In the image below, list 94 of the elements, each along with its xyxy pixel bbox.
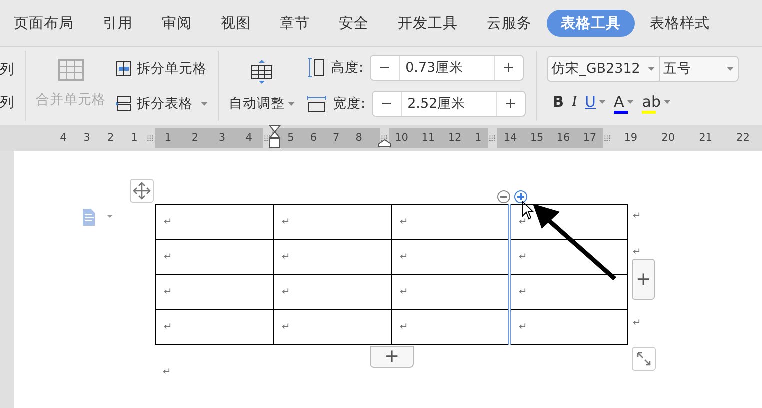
caret-icon	[201, 102, 208, 106]
ribbon-tab[interactable]: 视图	[207, 10, 265, 36]
caret-icon	[726, 67, 734, 71]
column-width-icon	[307, 95, 327, 113]
table-cell[interactable]: ↵	[156, 274, 274, 310]
ruler-number: 15	[530, 132, 544, 144]
bold-button[interactable]: B	[552, 92, 564, 116]
row-height-icon	[307, 58, 325, 78]
ribbon-tab[interactable]: 开发工具	[384, 10, 472, 36]
column-marker-icon[interactable]	[604, 134, 612, 142]
split-table-button[interactable]: 拆分表格	[116, 94, 208, 112]
ribbon-tab[interactable]: 章节	[266, 10, 324, 36]
add-row-button[interactable]: +	[370, 346, 414, 368]
move-icon	[133, 182, 151, 200]
ruler-number: 16	[556, 132, 570, 144]
insert-column-icon[interactable]	[514, 190, 528, 204]
underline-button[interactable]: U	[585, 92, 606, 116]
font-family-dropdown[interactable]: 仿宋_GB2312	[548, 57, 660, 81]
column-marker-icon[interactable]	[146, 134, 154, 142]
right-indent-marker-icon[interactable]	[378, 139, 392, 148]
table-cell[interactable]: ↵	[510, 204, 628, 240]
row-end-mark: ↵	[633, 316, 642, 330]
ruler-number: 1	[475, 132, 482, 144]
paragraph-mark: ↵	[163, 367, 172, 378]
ruler-number: 14	[504, 132, 518, 144]
ruler-number: 22	[736, 132, 750, 144]
ruler-number: 19	[624, 132, 638, 144]
ribbon-tab[interactable]: 引用	[89, 10, 147, 36]
ruler-number: 8	[356, 132, 362, 144]
remove-column-icon[interactable]	[497, 190, 511, 204]
column-marker-icon[interactable]	[264, 134, 271, 142]
ruler-number: 4	[60, 132, 67, 144]
ruler-number: 4	[246, 132, 252, 144]
size-label: 宽度:	[333, 95, 366, 113]
ribbon-tab[interactable]: 云服务	[473, 10, 546, 36]
table-cell[interactable]: ↵	[156, 240, 274, 274]
italic-button[interactable]: I	[572, 92, 577, 116]
row-end-mark: ↵	[633, 210, 642, 224]
move-table-handle[interactable]	[130, 179, 154, 203]
font-size-dropdown[interactable]: 五号	[660, 57, 738, 81]
ruler-number: 1	[131, 132, 138, 144]
column-marker-icon[interactable]	[489, 134, 496, 142]
table-cell[interactable]: ↵	[392, 204, 510, 240]
caret-icon	[648, 67, 655, 71]
resize-icon	[636, 351, 652, 367]
add-column-button[interactable]: +	[632, 259, 655, 300]
ribbon-tab[interactable]: 审阅	[148, 10, 206, 36]
ruler-number: 1	[164, 132, 172, 144]
ruler-number: 11	[422, 132, 436, 144]
table-cell[interactable]: ↵	[274, 240, 392, 274]
font-color-button[interactable]: A	[614, 92, 634, 116]
size-label: 高度:	[331, 59, 364, 77]
ruler-number: 3	[218, 132, 226, 144]
ribbon-tab[interactable]: 页面布局	[0, 10, 88, 36]
ruler-number: 5	[288, 132, 294, 144]
auto-fit-icon	[249, 59, 275, 85]
indent-marker-icon[interactable]	[268, 125, 282, 151]
ruler-number: 3	[84, 132, 90, 144]
ruler-number: 7	[333, 132, 340, 144]
ruler-number: 17	[583, 132, 597, 144]
ruler-number: 2	[192, 132, 199, 144]
caret-icon	[288, 102, 295, 106]
ribbon-tab[interactable]: 表格样式	[636, 10, 724, 36]
ruler-number: 6	[310, 132, 318, 144]
size-field[interactable]: 0.73厘米	[398, 56, 495, 80]
table-cell[interactable]: ↵	[510, 274, 628, 310]
increase-button[interactable]: +	[496, 92, 525, 116]
ruler-number: 20	[662, 132, 676, 144]
ribbon-label: 列	[0, 94, 15, 112]
highlight-button[interactable]: ab	[642, 92, 671, 116]
table-grid-icon	[58, 59, 84, 81]
ruler-number: 10	[395, 132, 408, 144]
table-cell[interactable]: ↵	[156, 310, 274, 344]
decrease-button[interactable]: −	[370, 56, 399, 80]
ribbon-tab[interactable]: 安全	[325, 10, 383, 36]
split-cells-button[interactable]: 拆分单元格	[116, 60, 208, 78]
resize-table-handle[interactable]	[632, 347, 656, 371]
increase-button[interactable]: +	[494, 56, 523, 80]
row-end-mark: ↵	[633, 246, 642, 260]
table-cell[interactable]: ↵	[156, 204, 274, 240]
table-cell[interactable]: ↵	[274, 310, 392, 344]
split-table-icon	[116, 96, 132, 112]
auto-fit-button[interactable]: 自动调整	[229, 47, 295, 125]
ribbon-label: 列	[0, 60, 15, 78]
table-cell[interactable]: ↵	[510, 240, 628, 274]
table-cell[interactable]: ↵	[274, 204, 392, 240]
split-cells-icon	[116, 60, 132, 76]
table-cell[interactable]: ↵	[510, 310, 628, 344]
ruler-number: 21	[699, 132, 712, 144]
table-cell[interactable]: ↵	[274, 274, 392, 310]
ruler-number: 2	[107, 132, 114, 144]
ruler-number: 12	[448, 132, 462, 144]
decrease-button[interactable]: −	[372, 92, 401, 116]
size-field[interactable]: 2.52厘米	[400, 92, 497, 116]
